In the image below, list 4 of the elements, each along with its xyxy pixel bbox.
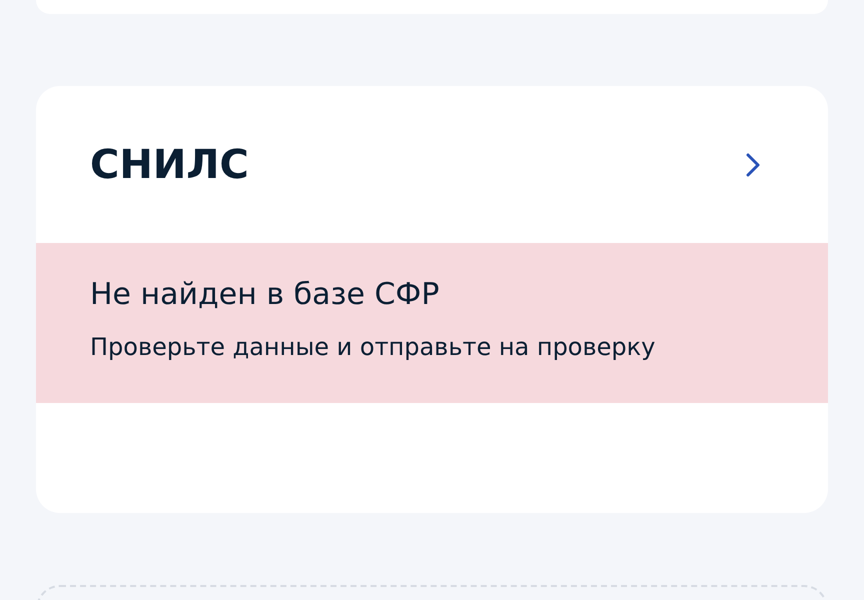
status-message: Проверьте данные и отправьте на проверку xyxy=(90,332,656,363)
chevron-right-icon[interactable] xyxy=(746,152,760,176)
status-title: Не найден в базе СФР xyxy=(90,276,440,314)
card-title: СНИЛС xyxy=(90,142,249,188)
